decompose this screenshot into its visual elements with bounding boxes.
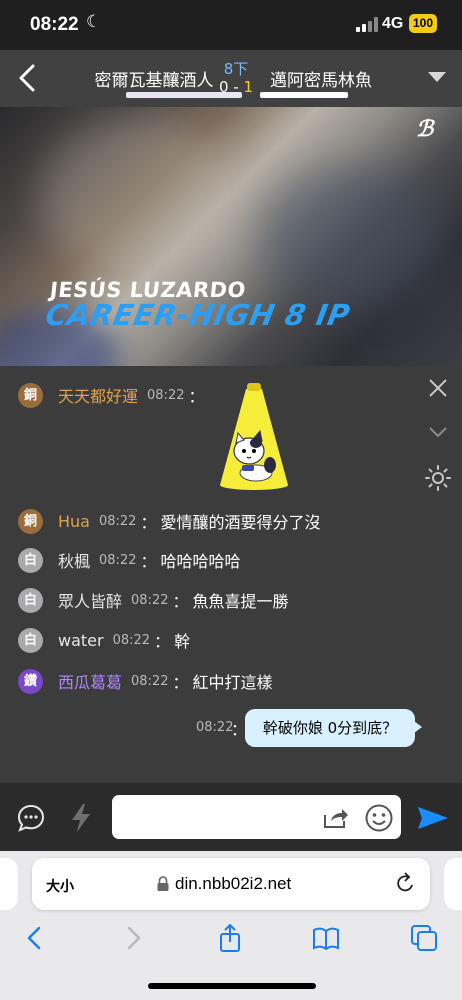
chat-username[interactable]: water: [58, 631, 104, 650]
chat-text: 哈哈哈哈哈: [160, 552, 241, 571]
home-score: 0: [218, 78, 229, 96]
share-icon[interactable]: [322, 806, 350, 830]
network-type: 4G: [382, 15, 404, 32]
user-level-badge: 鑽: [18, 668, 43, 694]
chat-text: 紅中打這樣: [192, 673, 273, 692]
close-icon[interactable]: [428, 378, 448, 398]
prev-tab-edge[interactable]: [0, 858, 18, 910]
video-caption-stat: CAREER-HIGH 8 IP: [43, 298, 353, 332]
chat-username[interactable]: Hua: [58, 512, 90, 531]
url-text[interactable]: din.nbb02i2.net: [175, 874, 291, 894]
user-level-badge: 白: [18, 587, 43, 613]
chat-message: 銅 Hua 08:22 ： 愛情釀的酒要得分了沒: [18, 508, 320, 534]
home-indicator[interactable]: [148, 983, 316, 989]
bookmarks-icon[interactable]: [311, 923, 341, 953]
signal-icon: [356, 17, 378, 32]
user-level-badge: 銅: [18, 382, 43, 408]
chat-username[interactable]: 天天都好運: [58, 383, 138, 407]
away-score: 1: [243, 78, 254, 96]
battery-icon: 100: [409, 14, 437, 33]
home-team-name: 密爾瓦基釀酒人: [94, 71, 214, 91]
chat-colon: ：: [154, 632, 171, 651]
chat-username[interactable]: 西瓜葛葛: [58, 669, 122, 693]
forward-icon: [127, 926, 141, 950]
chat-message: 白 water 08:22 ： 幹: [18, 627, 190, 653]
chat-message-input[interactable]: [112, 795, 401, 839]
chat-message: 銅 天天都好運 08:22 ：: [18, 382, 205, 408]
chat-colon: ：: [140, 552, 157, 571]
chat-username[interactable]: 秋楓: [58, 548, 90, 572]
chat-text: 魚魚喜提一勝: [192, 592, 289, 611]
chat-colon: ：: [140, 513, 157, 532]
chat-timestamp: 08:22: [99, 552, 137, 568]
brewers-logo: ℬ: [416, 116, 434, 142]
next-tab-edge[interactable]: [444, 858, 462, 910]
chat-text: 幹: [174, 632, 191, 651]
send-icon[interactable]: [416, 804, 450, 832]
chat-timestamp: 08:22: [131, 592, 169, 608]
text-size-button[interactable]: 大小: [46, 876, 74, 896]
chat-message: 白 秋楓 08:22 ： 哈哈哈哈哈: [18, 547, 241, 573]
status-time: 08:22: [30, 14, 79, 35]
my-message-bubble: 幹破你娘 0分到底？: [245, 709, 422, 747]
dropdown-caret-icon[interactable]: [428, 72, 446, 82]
chat-timestamp: 08:22: [112, 632, 151, 648]
chat-colon: ：: [172, 592, 189, 611]
cat-megaphone-sticker: [220, 383, 288, 490]
reload-icon[interactable]: [396, 872, 416, 894]
chat-colon: ：: [172, 673, 189, 692]
away-team-bar: [260, 92, 348, 98]
back-icon[interactable]: [20, 923, 50, 953]
lock-icon: [157, 876, 169, 891]
score-display: 0 - 1: [206, 78, 266, 96]
user-level-badge: 白: [18, 627, 43, 653]
tabs-icon[interactable]: [409, 923, 439, 953]
away-team-name: 邁阿密馬林魚: [270, 71, 372, 91]
chat-timestamp: 08:22: [147, 387, 185, 403]
user-level-badge: 白: [18, 547, 43, 573]
share-icon[interactable]: [215, 923, 245, 953]
moon-icon: ☾: [86, 12, 102, 32]
emoji-icon[interactable]: [364, 803, 394, 833]
chat-timestamp: 08:22: [131, 673, 169, 689]
chat-message: 鑽 西瓜葛葛 08:22 ： 紅中打這樣: [18, 668, 273, 694]
chat-bubble-icon[interactable]: [16, 803, 46, 833]
inning-indicator: 8下: [223, 60, 249, 78]
status-bar: 08:22 ☾ 4G 100: [0, 0, 462, 50]
user-level-badge: 銅: [18, 508, 43, 534]
chat-username[interactable]: 眾人皆醉: [58, 588, 122, 612]
back-arrow-icon[interactable]: [16, 63, 38, 93]
chat-colon: ：: [188, 387, 205, 406]
score-separator: -: [228, 78, 244, 96]
brightness-icon[interactable]: [424, 464, 452, 492]
lightning-icon[interactable]: [69, 802, 93, 834]
chat-message: 白 眾人皆醉 08:22 ： 魚魚喜提一勝: [18, 587, 289, 613]
my-message-timestamp: 08:22: [196, 720, 234, 735]
chat-timestamp: 08:22: [98, 513, 137, 529]
chevron-down-icon[interactable]: [428, 425, 448, 439]
chat-text: 愛情釀的酒要得分了沒: [160, 513, 321, 532]
